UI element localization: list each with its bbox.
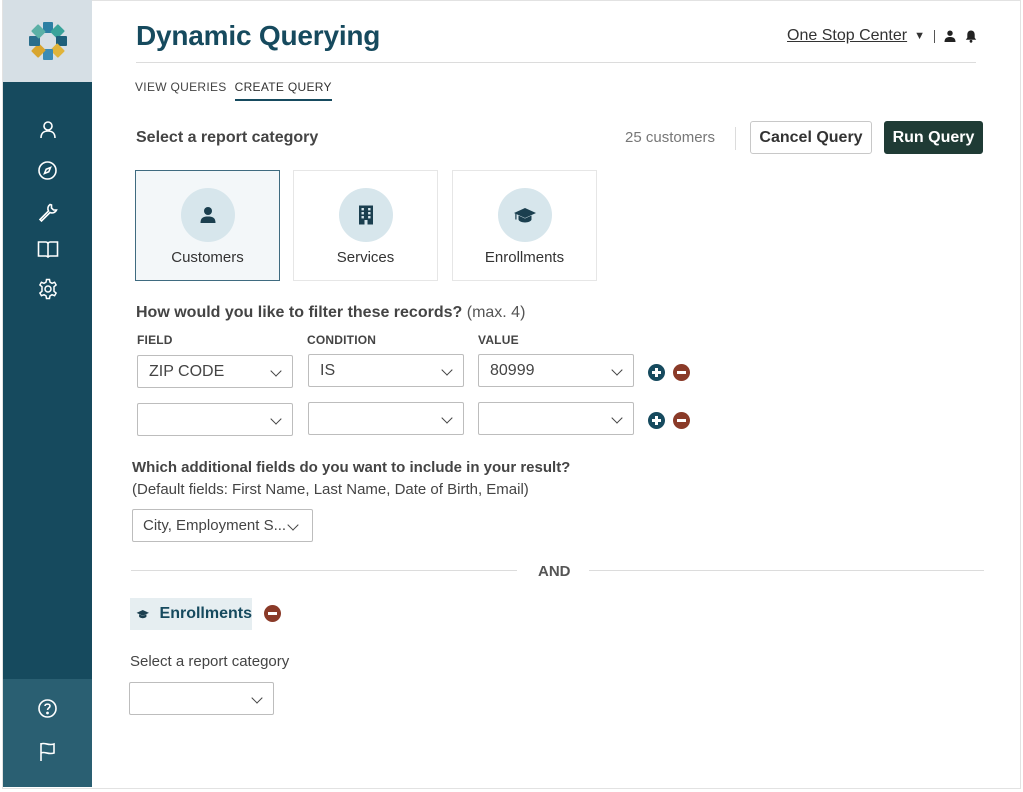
- field-select-value: ZIP CODE: [149, 362, 225, 380]
- bell-icon[interactable]: [965, 30, 977, 43]
- additional-fields-question: Which additional fields do you want to i…: [132, 459, 571, 476]
- account-icon[interactable]: [944, 30, 956, 42]
- remove-filter-button[interactable]: [673, 364, 690, 381]
- gear-icon: [38, 278, 57, 300]
- sidebar-item-resources[interactable]: [3, 234, 92, 264]
- plus-icon-vertical: [655, 368, 658, 377]
- graduation-cap-icon: [136, 610, 149, 619]
- cancel-query-button[interactable]: Cancel Query: [750, 121, 872, 154]
- header-divider: [934, 29, 935, 43]
- logo-area[interactable]: [3, 0, 92, 82]
- wrench-icon: [38, 203, 58, 222]
- sidebar-bottom: [3, 679, 92, 787]
- user-icon: [39, 121, 56, 139]
- category-card-services[interactable]: Services: [293, 170, 438, 281]
- tab-create-query[interactable]: CREATE QUERY: [234, 80, 332, 101]
- field-column-header: FIELD: [137, 333, 173, 347]
- additional-fields-select[interactable]: City, Employment S...: [132, 509, 313, 542]
- pill-label: Enrollments: [159, 605, 252, 622]
- caret-down-icon[interactable]: ▼: [914, 30, 925, 42]
- divider-left: [131, 570, 517, 571]
- graduation-cap-icon: [513, 208, 536, 223]
- field-select[interactable]: ZIP CODE: [137, 355, 293, 388]
- filter-max-note: (max. 4): [466, 304, 526, 321]
- result-count: 25 customers: [625, 129, 716, 146]
- field-select[interactable]: [137, 403, 293, 436]
- card-label: Customers: [171, 249, 244, 266]
- card-icon-circle: [338, 188, 393, 242]
- sidebar-item-user[interactable]: [3, 115, 92, 145]
- minus-icon: [268, 612, 277, 615]
- additional-fields-value: City, Employment S...: [143, 517, 287, 534]
- card-icon-circle: [497, 188, 552, 242]
- header-divider-line: [136, 62, 976, 63]
- chevron-down-icon: [270, 365, 282, 377]
- minus-icon: [677, 371, 686, 374]
- remove-filter-button[interactable]: [673, 412, 690, 429]
- flag-icon: [39, 742, 55, 761]
- chevron-down-icon: [611, 364, 623, 376]
- logo-icon: [28, 22, 67, 60]
- run-query-button[interactable]: Run Query: [884, 121, 983, 154]
- chevron-down-icon: [441, 412, 453, 424]
- category-card-enrollments[interactable]: Enrollments: [452, 170, 597, 281]
- second-category-label: Select a report category: [130, 653, 290, 670]
- condition-select[interactable]: IS: [308, 354, 464, 387]
- chevron-down-icon: [287, 519, 299, 531]
- building-icon: [358, 205, 373, 225]
- header-actions: One Stop Center ▼: [787, 27, 977, 45]
- card-label: Enrollments: [484, 249, 565, 266]
- plus-icon-vertical: [655, 416, 658, 425]
- book-icon: [37, 241, 58, 259]
- query-tabs: VIEW QUERIES CREATE QUERY: [135, 80, 332, 101]
- center-selector[interactable]: One Stop Center: [787, 27, 907, 45]
- second-category-select[interactable]: [129, 682, 274, 715]
- help-icon: [38, 698, 57, 718]
- condition-column-header: CONDITION: [307, 333, 377, 347]
- add-filter-button[interactable]: [648, 412, 665, 429]
- sidebar: [3, 0, 92, 787]
- person-icon: [200, 207, 215, 223]
- default-fields-note: (Default fields: First Name, Last Name, …: [132, 481, 529, 498]
- divider-right: [589, 570, 984, 571]
- sidebar-item-tools[interactable]: [3, 197, 92, 227]
- category-card-customers[interactable]: Customers: [135, 170, 280, 281]
- remove-category-button[interactable]: [264, 605, 281, 622]
- chevron-down-icon: [441, 364, 453, 376]
- filter-question: How would you like to filter these recor…: [136, 304, 525, 322]
- value-column-header: VALUE: [478, 333, 519, 347]
- add-filter-button[interactable]: [648, 364, 665, 381]
- filter-question-text: How would you like to filter these recor…: [136, 304, 463, 321]
- card-icon-circle: [180, 188, 235, 242]
- value-select[interactable]: [478, 402, 634, 435]
- sidebar-item-report[interactable]: [3, 736, 92, 766]
- and-separator-label: AND: [538, 563, 571, 580]
- category-label: Select a report category: [136, 129, 319, 146]
- tab-view-queries[interactable]: VIEW QUERIES: [135, 80, 227, 101]
- value-select[interactable]: 80999: [478, 354, 634, 387]
- minus-icon: [677, 419, 686, 422]
- page-title: Dynamic Querying: [136, 20, 381, 51]
- chevron-down-icon: [270, 413, 282, 425]
- sidebar-item-help[interactable]: [3, 693, 92, 723]
- app-frame: [2, 0, 1021, 789]
- chevron-down-icon: [611, 412, 623, 424]
- sidebar-item-settings[interactable]: [3, 274, 92, 304]
- condition-select[interactable]: [308, 402, 464, 435]
- enrollments-category-pill: Enrollments: [130, 598, 252, 630]
- card-label: Services: [336, 249, 395, 266]
- value-select-value: 80999: [490, 361, 535, 379]
- count-divider: [735, 127, 736, 150]
- compass-icon: [38, 160, 57, 180]
- condition-select-value: IS: [320, 361, 336, 379]
- chevron-down-icon: [251, 692, 263, 704]
- sidebar-item-explore[interactable]: [3, 155, 92, 185]
